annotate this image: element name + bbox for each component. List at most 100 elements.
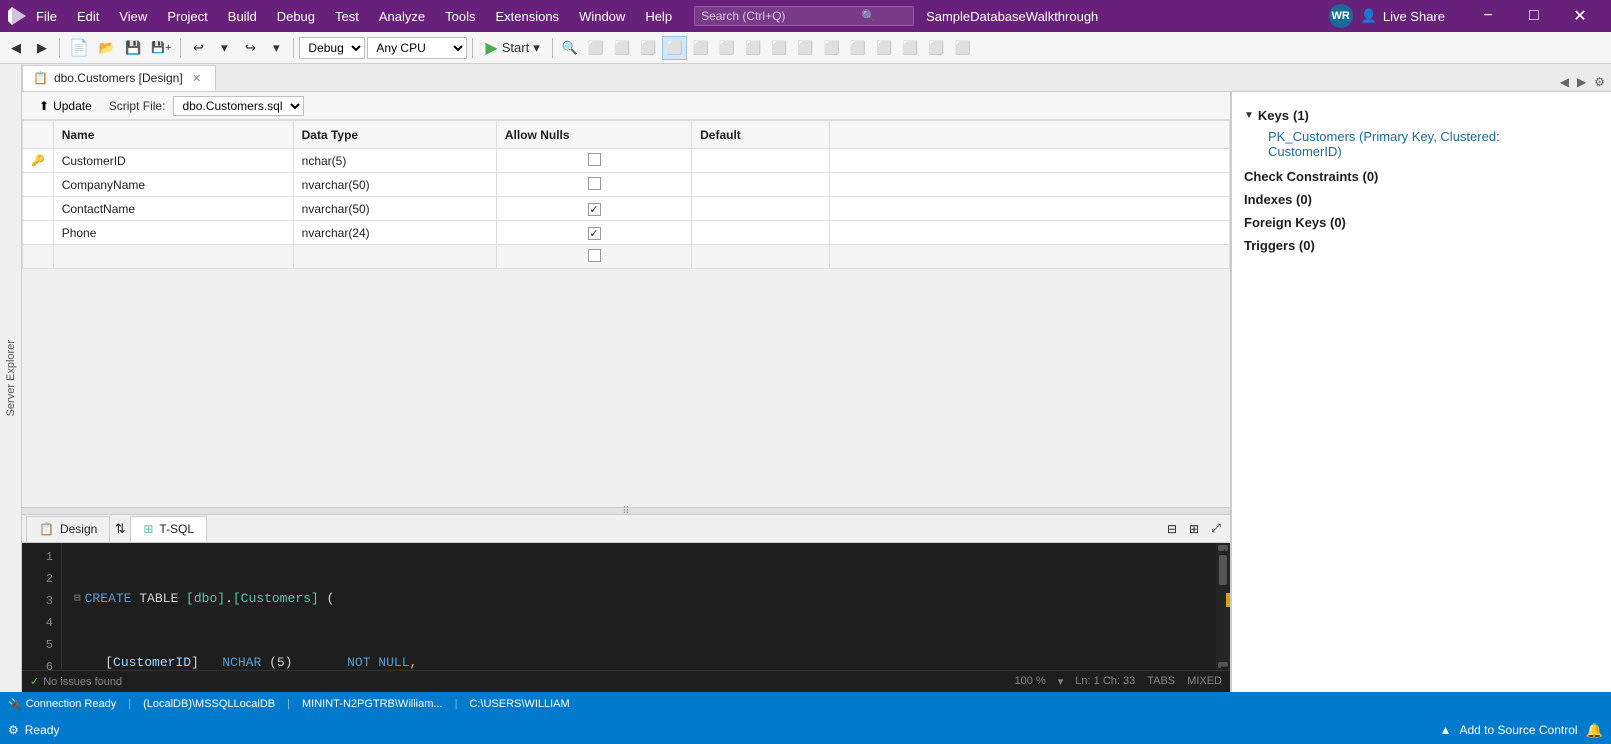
minimize-button[interactable]: − (1465, 0, 1511, 32)
cell-allownulls[interactable] (496, 221, 691, 245)
menu-project[interactable]: Project (157, 5, 217, 28)
menu-view[interactable]: View (109, 5, 157, 28)
allow-nulls-checkbox[interactable] (588, 177, 601, 190)
tool12[interactable]: ⬜ (872, 36, 896, 60)
menu-debug[interactable]: Debug (267, 5, 325, 28)
find-button[interactable]: 🔍 (558, 36, 582, 60)
save-button[interactable]: 💾 (121, 36, 145, 60)
tool4[interactable]: ⬜ (662, 36, 686, 60)
cell-name[interactable]: Phone (53, 221, 293, 245)
redo-dropdown[interactable]: ▾ (264, 36, 288, 60)
update-button[interactable]: ⬆ Update (30, 96, 101, 116)
scroll-thumb[interactable] (1219, 555, 1227, 585)
new-file-button[interactable]: 📄 (65, 36, 93, 60)
tool6[interactable]: ⬜ (715, 36, 739, 60)
tool2[interactable]: ⬜ (610, 36, 634, 60)
menu-file[interactable]: File (26, 5, 67, 28)
menu-edit[interactable]: Edit (67, 5, 109, 28)
cell-default[interactable] (692, 221, 830, 245)
cell-allownulls[interactable] (496, 197, 691, 221)
undo-dropdown[interactable]: ▾ (212, 36, 236, 60)
cell-name[interactable]: CompanyName (53, 173, 293, 197)
tool1[interactable]: ⬜ (584, 36, 608, 60)
table-row-empty[interactable] (23, 245, 1230, 269)
cpu-select[interactable]: Any CPU (367, 37, 467, 59)
cell-default[interactable] (692, 173, 830, 197)
close-button[interactable]: ✕ (1557, 0, 1603, 32)
cell-datatype-empty[interactable] (293, 245, 496, 269)
cell-default[interactable] (692, 197, 830, 221)
menu-tools[interactable]: Tools (435, 5, 485, 28)
tool5[interactable]: ⬜ (689, 36, 713, 60)
cell-allownulls[interactable] (496, 149, 691, 173)
menu-analyze[interactable]: Analyze (369, 5, 435, 28)
cell-name[interactable]: CustomerID (53, 149, 293, 173)
sql-editor[interactable]: 1 2 3 4 5 6 7 ⊟CREATE TABLE [dbo].[Cust (22, 543, 1216, 670)
triggers-section[interactable]: Triggers (0) (1232, 234, 1611, 257)
cell-name-empty[interactable] (53, 245, 293, 269)
zoom-dropdown[interactable]: ▾ (1058, 675, 1064, 688)
undo-button[interactable]: ↩ (186, 36, 210, 60)
split-v-button[interactable]: ⊞ (1184, 519, 1204, 539)
cell-default[interactable] (692, 149, 830, 173)
back-button[interactable]: ◀ (4, 36, 28, 60)
cell-datatype[interactable]: nchar(5) (293, 149, 496, 173)
tool14[interactable]: ⬜ (924, 36, 948, 60)
menu-build[interactable]: Build (218, 5, 267, 28)
tool9[interactable]: ⬜ (793, 36, 817, 60)
tab-settings-icon[interactable]: ⚙ (1592, 73, 1607, 91)
encoding-label[interactable]: MIXED (1187, 675, 1222, 688)
tool10[interactable]: ⬜ (820, 36, 844, 60)
tool13[interactable]: ⬜ (898, 36, 922, 60)
allow-nulls-checkbox[interactable] (588, 203, 601, 216)
tab-close-button[interactable]: ✕ (189, 70, 205, 86)
forward-button[interactable]: ▶ (30, 36, 54, 60)
collapse-icon[interactable]: ⊟ (74, 591, 81, 609)
menu-help[interactable]: Help (635, 5, 682, 28)
menu-test[interactable]: Test (325, 5, 369, 28)
table-row[interactable]: Phone nvarchar(24) (23, 221, 1230, 245)
debug-config-select[interactable]: Debug (299, 37, 365, 59)
table-row[interactable]: CompanyName nvarchar(50) (23, 173, 1230, 197)
cell-datatype[interactable]: nvarchar(24) (293, 221, 496, 245)
keys-section-header[interactable]: ▼ Keys (1) (1244, 104, 1599, 127)
search-box[interactable]: 🔍 (694, 6, 914, 26)
cell-datatype[interactable]: nvarchar(50) (293, 173, 496, 197)
splitter-bar[interactable]: ⠿ (22, 507, 1230, 515)
scroll-down-button[interactable]: ▼ (1218, 662, 1228, 668)
cell-name[interactable]: ContactName (53, 197, 293, 221)
tool15[interactable]: ⬜ (951, 36, 975, 60)
server-explorer-sidebar[interactable]: Server Explorer (0, 64, 22, 692)
live-share-button[interactable]: 👤 Live Share (1361, 8, 1445, 24)
scroll-up-button[interactable]: ▲ (1218, 545, 1228, 551)
script-file-select[interactable]: dbo.Customers.sql (173, 96, 304, 116)
start-button[interactable]: ▶ Start ▾ (478, 36, 546, 60)
allow-nulls-checkbox[interactable] (588, 153, 601, 166)
menu-extensions[interactable]: Extensions (485, 5, 569, 28)
table-row[interactable]: 🔑 CustomerID nchar(5) (23, 149, 1230, 173)
tsql-tab[interactable]: ⊞ T-SQL (130, 516, 207, 542)
swap-button[interactable]: ⇅ (110, 521, 130, 537)
allow-nulls-checkbox[interactable] (588, 227, 601, 240)
cell-allownulls[interactable] (496, 173, 691, 197)
menu-window[interactable]: Window (569, 5, 635, 28)
indexes-section[interactable]: Indexes (0) (1232, 188, 1611, 211)
design-view-tab[interactable]: 📋 Design (26, 516, 110, 542)
tab-scroll-right-icon[interactable]: ▶ (1575, 73, 1588, 91)
redo-button[interactable]: ↪ (238, 36, 262, 60)
cell-default-empty[interactable] (692, 245, 830, 269)
maximize-button[interactable]: □ (1511, 0, 1557, 32)
zoom-level[interactable]: 100 % (1015, 675, 1046, 688)
maximize-editor-button[interactable]: ⤢ (1206, 519, 1226, 539)
editor-scrollbar[interactable]: ▲ ▼ (1216, 543, 1230, 670)
sql-code[interactable]: ⊟CREATE TABLE [dbo].[Customers] ( [Custo… (62, 543, 1216, 670)
add-to-source-control[interactable]: Add to Source Control (1459, 723, 1577, 737)
tool3[interactable]: ⬜ (636, 36, 660, 60)
tabs-label[interactable]: TABS (1147, 675, 1175, 688)
allow-nulls-checkbox-empty[interactable] (588, 249, 601, 262)
table-row[interactable]: ContactName nvarchar(50) (23, 197, 1230, 221)
tool11[interactable]: ⬜ (846, 36, 870, 60)
cell-allownulls-empty[interactable] (496, 245, 691, 269)
tool7[interactable]: ⬜ (741, 36, 765, 60)
search-input[interactable] (701, 9, 861, 23)
